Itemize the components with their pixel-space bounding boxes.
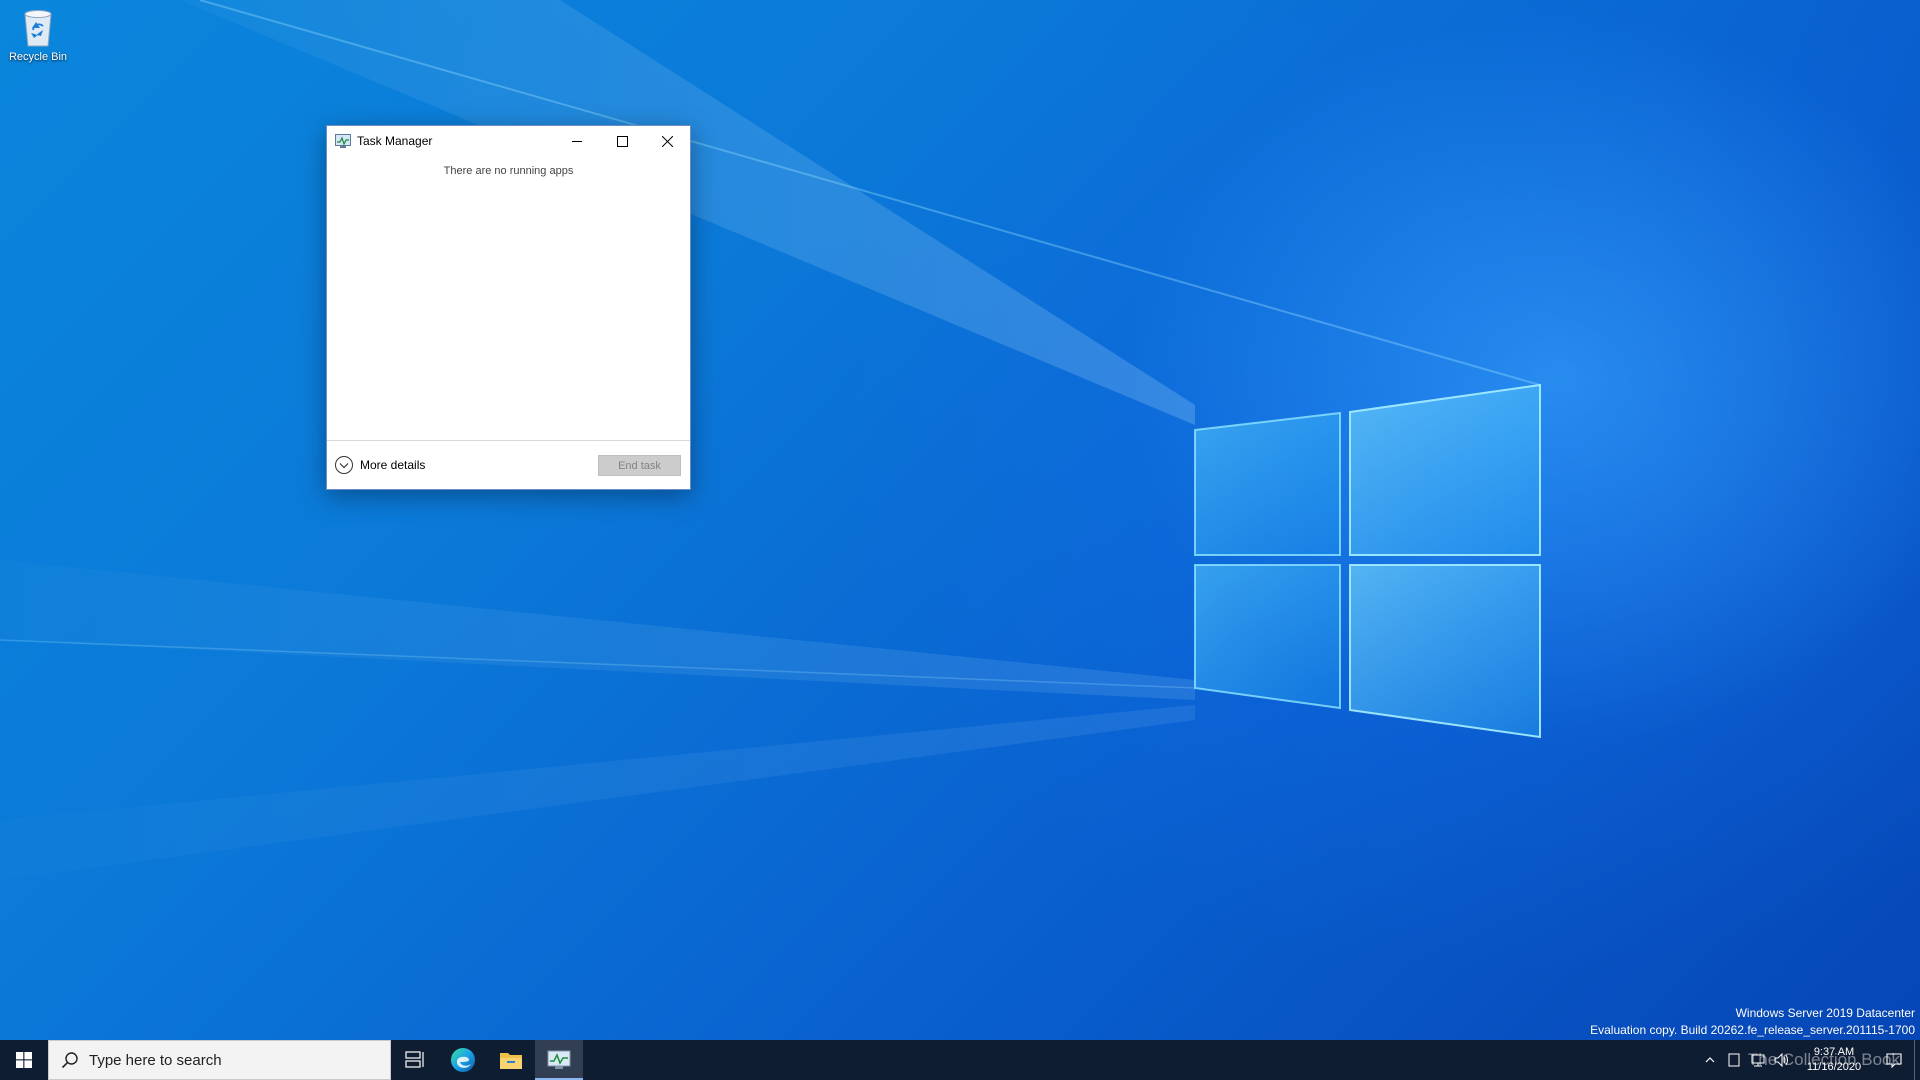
- maximize-button[interactable]: [600, 126, 645, 156]
- taskbar-task-manager-button[interactable]: [535, 1040, 583, 1080]
- edge-icon: [451, 1048, 475, 1072]
- more-details-label: More details: [360, 458, 426, 472]
- chevron-down-circle-icon: [335, 456, 353, 474]
- taskbar-edge-button[interactable]: [439, 1040, 487, 1080]
- show-hidden-icons-button[interactable]: [1698, 1040, 1722, 1080]
- more-details-button[interactable]: More details: [334, 453, 425, 477]
- system-tray: 9:37 AM 11/16/2020: [1698, 1040, 1920, 1080]
- close-button[interactable]: [645, 126, 690, 156]
- taskbar-clock[interactable]: 9:37 AM 11/16/2020: [1794, 1045, 1874, 1075]
- task-manager-icon: [335, 134, 351, 148]
- app-list[interactable]: There are no running apps: [327, 156, 690, 440]
- task-manager-window[interactable]: Task Manager There are no running apps M…: [326, 125, 691, 490]
- taskbar: The Collection Book 9:37 AM 11/16/2020: [0, 1040, 1920, 1080]
- build-text: Evaluation copy. Build 20262.fe_release_…: [1590, 1023, 1915, 1037]
- task-view-button[interactable]: [391, 1040, 439, 1080]
- end-task-button[interactable]: End task: [598, 455, 681, 476]
- window-footer: More details End task: [327, 440, 690, 489]
- notification-icon: [1886, 1053, 1902, 1068]
- empty-message: There are no running apps: [443, 165, 574, 177]
- tray-device-button[interactable]: [1722, 1040, 1746, 1080]
- close-icon: [662, 135, 673, 147]
- network-icon: [1751, 1054, 1765, 1067]
- window-title: Task Manager: [357, 134, 433, 148]
- chevron-up-icon: [1705, 1057, 1715, 1063]
- desktop-icon-label: Recycle Bin: [8, 51, 68, 63]
- minimize-icon: [572, 140, 582, 142]
- show-desktop-button[interactable]: [1914, 1040, 1920, 1080]
- search-input[interactable]: [89, 1051, 379, 1069]
- edition-text: Windows Server 2019 Datacenter: [1735, 1006, 1915, 1020]
- evaluation-watermark: Windows Server 2019 Datacenter Evaluatio…: [1590, 1005, 1915, 1039]
- taskbar-search-box[interactable]: [48, 1040, 391, 1080]
- clock-date: 11/16/2020: [1806, 1061, 1862, 1073]
- desktop[interactable]: Recycle Bin Task Manager There are no ru…: [0, 0, 1920, 1040]
- task-view-icon: [405, 1051, 424, 1068]
- device-icon: [1728, 1053, 1740, 1067]
- windows-logo-wallpaper: [0, 0, 1541, 880]
- taskbar-file-explorer-button[interactable]: [487, 1040, 535, 1080]
- maximize-icon: [617, 135, 628, 147]
- tray-volume-button[interactable]: [1770, 1040, 1794, 1080]
- desktop-icon-recycle-bin[interactable]: Recycle Bin: [2, 6, 74, 76]
- volume-icon: [1774, 1053, 1788, 1067]
- windows-start-icon: [16, 1052, 32, 1068]
- search-icon: [61, 1052, 78, 1069]
- recycle-bin-icon: [24, 10, 52, 47]
- clock-time: 9:37 AM: [1813, 1046, 1855, 1058]
- minimize-button[interactable]: [555, 126, 600, 156]
- title-bar[interactable]: Task Manager: [327, 126, 690, 156]
- start-button[interactable]: [0, 1040, 48, 1080]
- tray-network-button[interactable]: [1746, 1040, 1770, 1080]
- task-manager-icon: [547, 1050, 571, 1069]
- action-center-button[interactable]: [1874, 1040, 1914, 1080]
- file-explorer-icon: [500, 1053, 522, 1069]
